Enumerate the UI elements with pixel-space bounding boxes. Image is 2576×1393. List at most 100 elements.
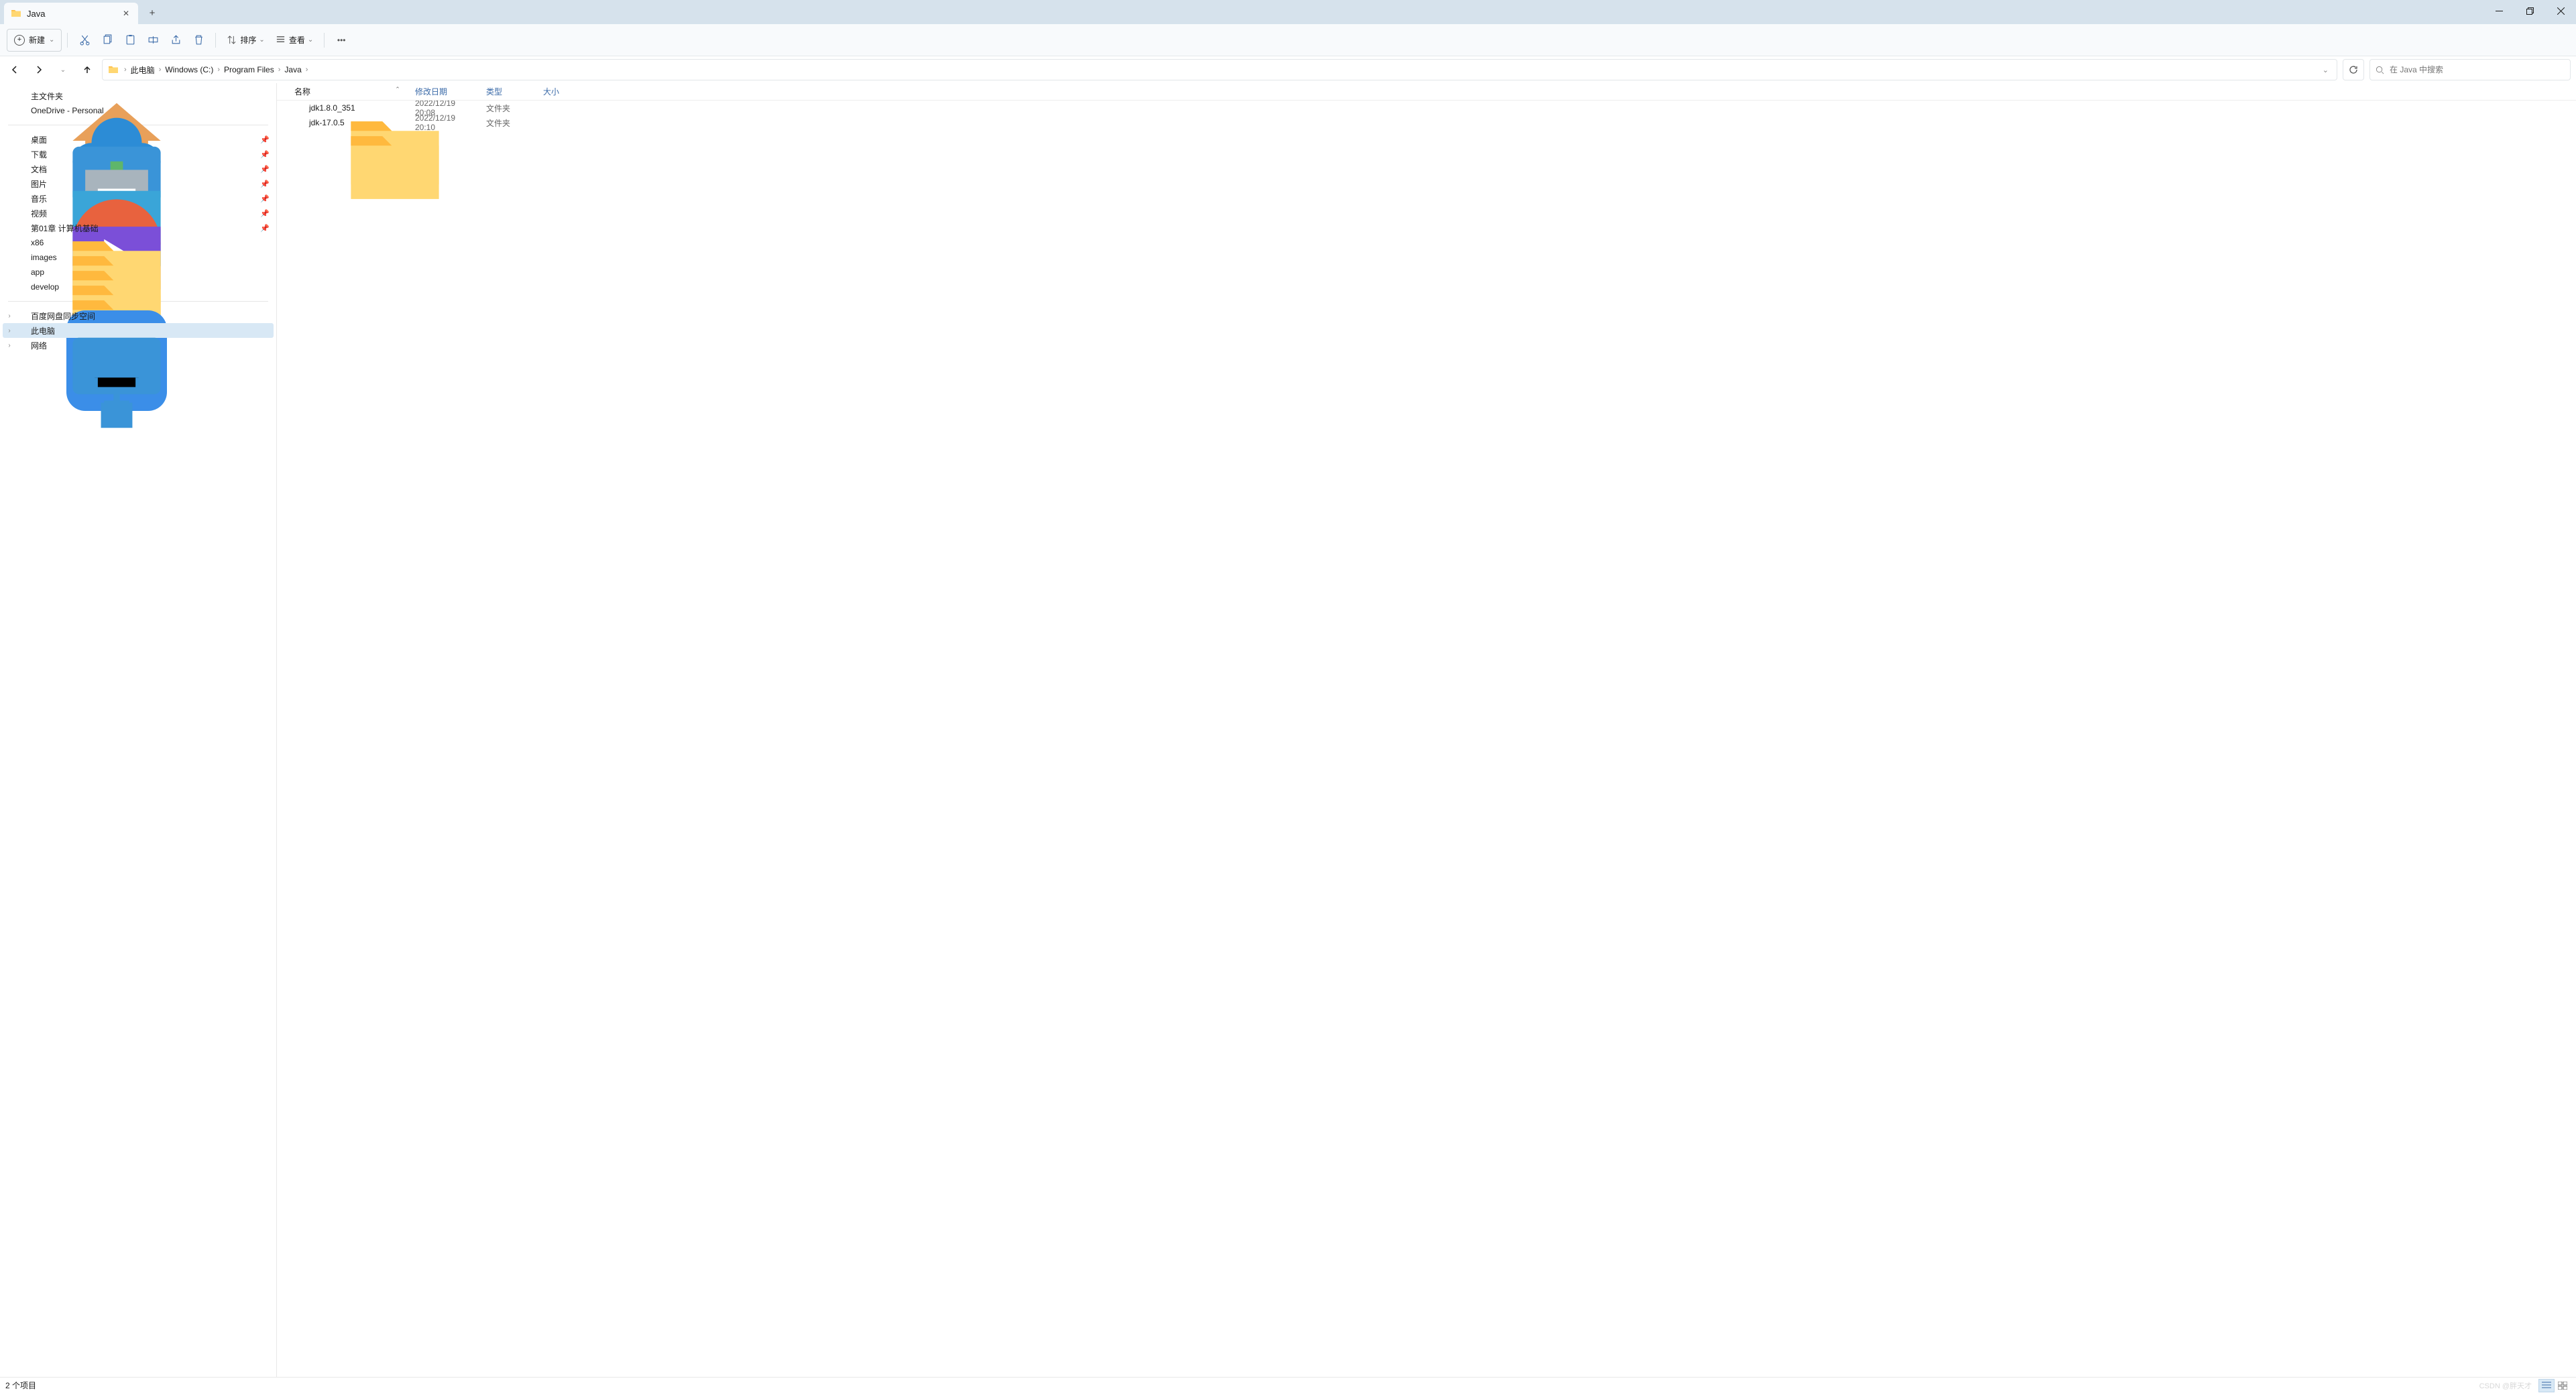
sidebar-item[interactable]: › 百度网盘同步空间 [3,308,274,323]
search-field[interactable] [2369,59,2571,80]
chevron-right-icon[interactable]: › [156,66,164,74]
sidebar-item[interactable]: x86 [3,235,274,250]
sort-icon [227,35,237,45]
view-button[interactable]: 查看 ⌄ [270,29,318,52]
sidebar-item-label: 主文件夹 [31,90,63,102]
desktop-icon [16,134,27,145]
pin-icon: 📌 [260,180,270,188]
baidu-icon [16,310,27,321]
column-size[interactable]: 大小 [538,86,578,97]
sidebar-item-label: 音乐 [31,193,47,204]
expand-icon[interactable]: › [5,327,13,335]
toolbar: + 新建 ⌄ 排序 ⌄ 查看 ⌄ ••• [0,24,2576,56]
sidebar-item-label: develop [31,282,59,292]
tab-java[interactable]: Java ✕ [4,3,138,24]
close-button[interactable] [2545,0,2576,21]
view-label: 查看 [289,34,305,46]
chevron-down-icon: ⌄ [49,36,54,44]
chevron-right-icon[interactable]: › [121,66,129,74]
sort-button[interactable]: 排序 ⌄ [221,29,270,52]
sidebar-item[interactable]: 下载📌 [3,147,274,162]
column-date[interactable]: 修改日期 [410,86,481,97]
copy-button[interactable] [96,29,119,52]
documents-icon [16,164,27,174]
new-button[interactable]: + 新建 ⌄ [7,29,62,52]
sidebar: 主文件夹 OneDrive - Personal 桌面📌下载📌文档📌图片📌音乐📌… [0,83,277,1377]
new-tab-button[interactable]: + [142,3,162,23]
cut-button[interactable] [73,29,96,52]
nav-up-button[interactable] [78,60,97,79]
address-field[interactable]: › 此电脑 › Windows (C:) › Program Files › J… [102,59,2337,80]
share-button[interactable] [164,29,187,52]
view-icon [276,35,286,45]
sidebar-item[interactable]: ›此电脑 [3,323,274,338]
file-type: 文件夹 [481,103,538,114]
sidebar-item[interactable]: 文档📌 [3,162,274,176]
expand-icon[interactable]: › [5,342,13,349]
rename-button[interactable] [141,29,164,52]
pictures-icon [16,178,27,189]
refresh-button[interactable] [2343,59,2364,80]
column-name[interactable]: 名称 ⌃ [289,86,410,97]
watermark: CSDN @胖天才 [2479,1380,2532,1391]
more-button[interactable]: ••• [330,29,353,52]
sidebar-item[interactable]: 桌面📌 [3,132,274,147]
search-icon [2376,66,2384,74]
content-pane: 名称 ⌃ 修改日期 类型 大小 jdk1.8.0_3512022/12/19 2… [277,83,2576,1377]
file-list[interactable]: jdk1.8.0_3512022/12/19 20:08文件夹jdk-17.0.… [277,101,2576,1377]
view-details-button[interactable] [2538,1379,2555,1392]
file-type: 文件夹 [481,117,538,129]
sidebar-item[interactable]: › 网络 [3,338,274,353]
chevron-right-icon[interactable]: › [215,66,223,74]
pin-icon: 📌 [260,224,270,233]
folder-icon [294,117,305,128]
breadcrumb-program-files[interactable]: Program Files [223,60,276,79]
sidebar-item[interactable]: 视频📌 [3,206,274,221]
folder-icon [16,223,27,233]
sidebar-item[interactable]: images [3,250,274,265]
sidebar-onedrive[interactable]: OneDrive - Personal [3,103,274,118]
sidebar-item[interactable]: 第01章 计算机基础📌 [3,221,274,235]
nav-back-button[interactable] [5,60,24,79]
downloads-icon [16,149,27,160]
sidebar-home[interactable]: 主文件夹 [3,88,274,103]
chevron-down-icon: ⌄ [259,36,264,44]
pc-icon [16,325,27,336]
chevron-down-icon[interactable]: ⌄ [2317,66,2334,74]
nav-recent-button[interactable]: ⌄ [54,60,72,79]
column-headers: 名称 ⌃ 修改日期 类型 大小 [277,83,2576,101]
sidebar-item[interactable]: 音乐📌 [3,191,274,206]
delete-button[interactable] [187,29,210,52]
status-count: 2 个项目 [5,1380,36,1391]
close-tab-button[interactable]: ✕ [121,8,131,19]
folder-icon [16,237,27,248]
folder-icon [16,282,27,292]
view-thumbnails-button[interactable] [2555,1379,2571,1392]
sidebar-item[interactable]: app [3,265,274,280]
address-bar: ⌄ › 此电脑 › Windows (C:) › Program Files ›… [0,56,2576,83]
chevron-right-icon[interactable]: › [276,66,284,74]
chevron-right-icon[interactable]: › [303,66,311,74]
breadcrumb-windows-c[interactable]: Windows (C:) [164,60,215,79]
minimize-button[interactable] [2483,0,2514,21]
search-input[interactable] [2390,65,2565,74]
nav-forward-button[interactable] [30,60,48,79]
file-row[interactable]: jdk-17.0.52022/12/19 20:10文件夹 [277,115,2576,130]
sidebar-item-label: 百度网盘同步空间 [31,310,95,322]
column-type[interactable]: 类型 [481,86,538,97]
maximize-button[interactable] [2514,0,2545,21]
sidebar-item-label: OneDrive - Personal [31,106,104,115]
sidebar-item-label: 视频 [31,208,47,219]
breadcrumb-this-pc[interactable]: 此电脑 [129,60,156,79]
home-icon [16,90,27,101]
sidebar-item-label: 图片 [31,178,47,190]
expand-icon[interactable]: › [5,312,13,320]
sidebar-item-label: 网络 [31,340,47,351]
sidebar-item[interactable]: develop [3,280,274,294]
folder-icon [294,103,305,113]
file-row[interactable]: jdk1.8.0_3512022/12/19 20:08文件夹 [277,101,2576,115]
breadcrumb-java[interactable]: Java [283,60,302,79]
sidebar-item[interactable]: 图片 📌 [3,176,274,191]
paste-button[interactable] [119,29,141,52]
tab-title: Java [27,9,121,19]
